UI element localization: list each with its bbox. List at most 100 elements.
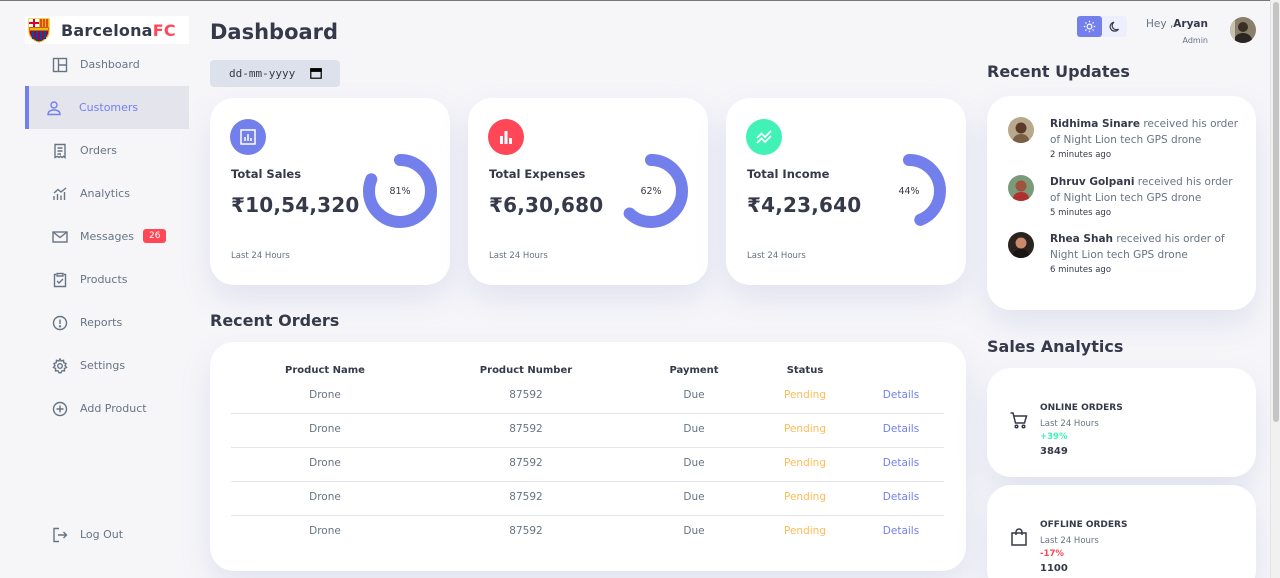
product-number-cell: 87592 — [509, 423, 543, 435]
update-message: Rhea Shah received his order of Night Li… — [1050, 233, 1225, 261]
page-title: Dashboard — [210, 20, 339, 44]
total-expenses-card: Total Expenses ₹6,30,680 Last 24 Hours 6… — [468, 98, 708, 285]
bar-chart-icon — [230, 119, 266, 155]
update-time: 6 minutes ago — [1050, 265, 1112, 275]
payment-cell: Due — [683, 389, 705, 401]
insight-footer: Last 24 Hours — [747, 251, 806, 261]
logout-button[interactable]: Log Out — [25, 513, 189, 556]
column-header: Payment — [669, 365, 719, 376]
sidebar-item-reports[interactable]: Reports — [25, 301, 189, 344]
details-link[interactable]: Details — [883, 389, 919, 401]
product-number-cell: 87592 — [509, 389, 543, 401]
insight-percent: 81% — [389, 186, 411, 197]
scrollbar-thumb[interactable] — [1273, 2, 1279, 422]
user-avatar — [1008, 117, 1034, 143]
update-user-name: Dhruv Golpani — [1050, 176, 1135, 188]
messages-count-badge: 26 — [143, 229, 167, 243]
update-user-name: Rhea Shah — [1050, 233, 1114, 245]
sidebar-item-label: Add Product — [80, 402, 147, 415]
logout-label: Log Out — [80, 528, 124, 541]
user-avatar — [1008, 175, 1034, 201]
gear-icon — [51, 357, 69, 375]
details-link[interactable]: Details — [883, 457, 919, 469]
details-link[interactable]: Details — [883, 491, 919, 503]
sidebar-item-label: Messages — [80, 230, 134, 243]
sidebar-item-settings[interactable]: Settings — [25, 344, 189, 387]
payment-cell: Due — [683, 491, 705, 503]
sidebar-item-add-product[interactable]: Add Product — [25, 387, 189, 430]
product-name-cell: Drone — [309, 525, 341, 537]
person-icon — [45, 99, 63, 117]
product-name-cell: Drone — [309, 457, 341, 469]
brand-name: BarcelonaFC — [61, 20, 176, 40]
table-row: Drone 87592 Due Pending Details — [231, 414, 944, 448]
online-orders-card: ONLINE ORDERS Last 24 Hours +39% 3849 — [987, 368, 1256, 477]
insight-footer: Last 24 Hours — [489, 251, 548, 261]
status-cell: Pending — [784, 423, 826, 435]
logout-icon — [51, 526, 69, 544]
payment-cell: Due — [683, 525, 705, 537]
table-row: Drone 87592 Due Pending Details — [231, 516, 944, 550]
mail-icon — [51, 228, 69, 246]
status-cell: Pending — [784, 525, 826, 537]
details-link[interactable]: Details — [883, 423, 919, 435]
column-header: Product Number — [479, 365, 573, 376]
insight-label: Total Sales — [231, 167, 302, 181]
insight-value: ₹10,54,320 — [231, 193, 360, 217]
calendar-icon[interactable] — [310, 67, 322, 79]
status-cell: Pending — [784, 389, 826, 401]
dashboard-icon — [51, 56, 69, 74]
product-name-cell: Drone — [309, 423, 341, 435]
user-name: Aryan — [1173, 18, 1208, 30]
sidebar-item-label: Settings — [80, 359, 126, 372]
stacked-line-chart-icon — [746, 119, 782, 155]
date-input[interactable]: dd-mm-yyyy — [210, 60, 340, 87]
sidebar-item-analytics[interactable]: Analytics — [25, 172, 189, 215]
insight-value: ₹4,23,640 — [747, 193, 862, 217]
table-row: Drone 87592 Due Pending Details — [231, 482, 944, 516]
sidebar-item-orders[interactable]: Orders — [25, 129, 189, 172]
bar-chart-icon — [488, 119, 524, 155]
sales-subtitle: Last 24 Hours — [1040, 419, 1099, 429]
update-user-name: Ridhima Sinare — [1050, 118, 1140, 130]
report-icon — [51, 314, 69, 332]
brand-logo[interactable]: BarcelonaFC — [25, 16, 189, 44]
window-top-border — [0, 0, 1280, 1]
sales-delta: -17% — [1040, 549, 1064, 559]
receipt-icon — [51, 142, 69, 160]
insight-label: Total Income — [747, 167, 830, 181]
sales-count: 3849 — [1040, 446, 1068, 457]
recent-orders-table: Product Name Product Number Payment Stat… — [210, 342, 966, 571]
update-time: 2 minutes ago — [1050, 150, 1112, 160]
status-cell: Pending — [784, 491, 826, 503]
payment-cell: Due — [683, 457, 705, 469]
sun-icon[interactable] — [1077, 16, 1102, 37]
column-header: Product Name — [285, 365, 365, 376]
sales-title: ONLINE ORDERS — [1040, 403, 1123, 413]
insight-label: Total Expenses — [489, 167, 586, 181]
product-name-cell: Drone — [309, 389, 341, 401]
column-header: Status — [786, 365, 824, 376]
sidebar-item-label: Analytics — [80, 187, 130, 200]
sidebar-item-dashboard[interactable]: Dashboard — [25, 43, 189, 86]
sidebar-item-label: Orders — [80, 144, 117, 157]
details-link[interactable]: Details — [883, 525, 919, 537]
user-greeting: Hey ,Aryan — [1146, 18, 1208, 30]
sidebar-item-customers[interactable]: Customers — [25, 86, 189, 129]
user-role: Admin — [1182, 36, 1209, 45]
page-scrollbar[interactable] — [1270, 0, 1280, 578]
moon-icon[interactable] — [1102, 16, 1127, 37]
theme-toggler[interactable] — [1077, 16, 1127, 37]
product-number-cell: 87592 — [509, 491, 543, 503]
analytics-icon — [51, 185, 69, 203]
sidebar-item-products[interactable]: Products — [25, 258, 189, 301]
sidebar-item-label: Reports — [80, 316, 123, 329]
update-time: 5 minutes ago — [1050, 208, 1112, 218]
product-number-cell: 87592 — [509, 457, 543, 469]
sidebar-item-messages[interactable]: Messages 26 — [25, 215, 189, 258]
shopping-cart-icon — [1010, 412, 1028, 429]
profile-avatar[interactable] — [1230, 17, 1256, 43]
offline-orders-card: OFFLINE ORDERS Last 24 Hours -17% 1100 — [987, 485, 1256, 578]
shopping-bag-icon — [1011, 528, 1027, 546]
table-row: Drone 87592 Due Pending Details — [231, 380, 944, 414]
